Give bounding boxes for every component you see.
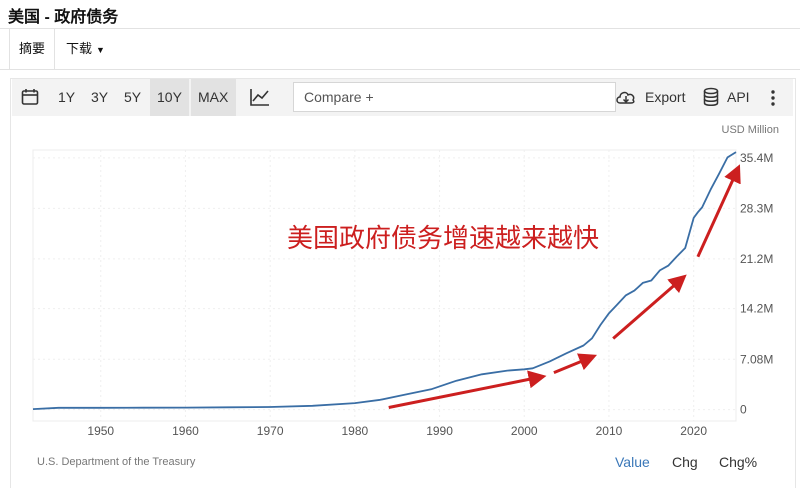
- tab-chg[interactable]: Chg: [672, 454, 698, 470]
- series-line: [32, 151, 737, 410]
- x-tick-label: 2000: [511, 424, 538, 438]
- x-tick-label: 2020: [680, 424, 707, 438]
- y-tick-label: 0: [740, 403, 747, 417]
- annotation-arrow: [696, 164, 741, 258]
- plot-frame: [32, 149, 737, 422]
- tab-value[interactable]: Value: [615, 454, 650, 470]
- tab-chg-pct[interactable]: Chg%: [719, 454, 757, 470]
- x-tick-label: 1960: [172, 424, 199, 438]
- y-tick-label: 21.2M: [740, 252, 773, 266]
- y-tick-label: 14.2M: [740, 302, 773, 316]
- x-tick-label: 1980: [342, 424, 369, 438]
- chart-annotation: 美国政府债务增速越来越快: [287, 223, 600, 253]
- x-tick-label: 1970: [257, 424, 284, 438]
- x-tick-label: 2010: [596, 424, 623, 438]
- y-tick-label: 35.4M: [740, 151, 773, 165]
- source-label: U.S. Department of the Treasury: [37, 456, 196, 468]
- annotation-arrow: [388, 370, 547, 409]
- y-tick-label: 28.3M: [740, 201, 773, 215]
- y-tick-label: 7.08M: [740, 352, 773, 366]
- x-tick-label: 1950: [87, 424, 114, 438]
- x-tick-label: 1990: [426, 424, 453, 438]
